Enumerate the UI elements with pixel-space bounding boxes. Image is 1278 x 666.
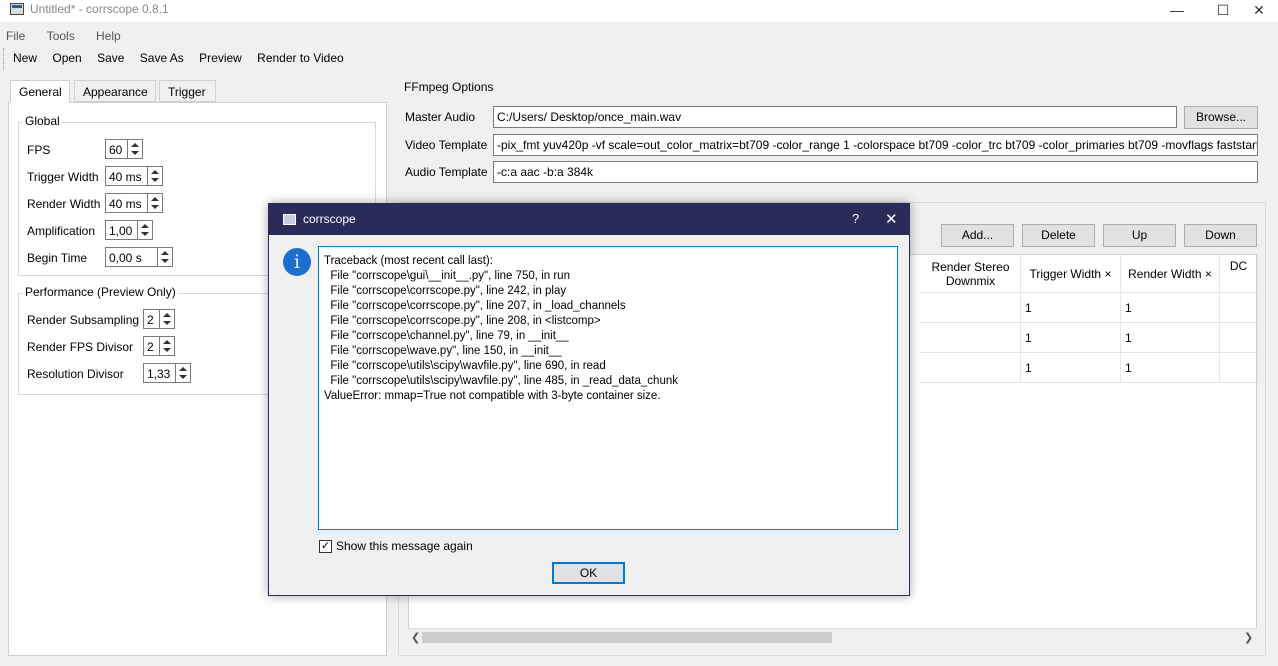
add-channel-button[interactable]: Add... bbox=[941, 224, 1014, 247]
trigger-width-label: Trigger Width bbox=[27, 170, 99, 184]
spin-arrows-icon[interactable] bbox=[147, 167, 162, 185]
move-up-button[interactable]: Up bbox=[1103, 224, 1176, 247]
table-cell[interactable]: 1 bbox=[1121, 353, 1220, 383]
menu-bar: File Tools Help bbox=[0, 26, 127, 46]
table-cell[interactable] bbox=[921, 293, 1021, 323]
column-header-dc[interactable]: DC bbox=[1220, 255, 1258, 293]
audio-template-input[interactable]: -c:a aac -b:a 384k bbox=[493, 161, 1258, 183]
toolbar: New Open Save Save As Preview Render to … bbox=[3, 48, 350, 70]
scrollbar-thumb[interactable] bbox=[422, 632, 832, 643]
spin-arrows-icon[interactable] bbox=[175, 364, 190, 382]
traceback-text[interactable]: Traceback (most recent call last): File … bbox=[318, 246, 898, 530]
resolution-divisor-label: Resolution Divisor bbox=[27, 367, 124, 381]
master-audio-input[interactable]: C:/Users/ Desktop/once_main.wav bbox=[493, 106, 1177, 128]
browse-button[interactable]: Browse... bbox=[1184, 106, 1258, 129]
preview-button[interactable]: Preview bbox=[193, 48, 248, 68]
render-to-video-button[interactable]: Render to Video bbox=[251, 48, 350, 68]
render-width-spinbox[interactable]: 40 ms bbox=[105, 193, 163, 213]
table-cell[interactable] bbox=[1220, 353, 1258, 383]
spin-arrows-icon[interactable] bbox=[157, 248, 172, 266]
save-button[interactable]: Save bbox=[91, 48, 130, 68]
close-window-button[interactable]: ✕ bbox=[1236, 0, 1278, 22]
ffmpeg-group-title: FFmpeg Options bbox=[404, 80, 494, 94]
scroll-right-icon[interactable]: ❯ bbox=[1244, 631, 1253, 644]
error-dialog: corrscope ? ✕ i Traceback (most recent c… bbox=[268, 203, 910, 596]
trigger-width-spinbox[interactable]: 40 ms bbox=[105, 166, 163, 186]
amplification-spinbox[interactable]: 1,00 bbox=[105, 220, 153, 240]
scroll-left-icon[interactable]: ❮ bbox=[411, 631, 420, 644]
table-cell[interactable]: 1 bbox=[1121, 293, 1220, 323]
show-again-label[interactable]: Show this message again bbox=[336, 539, 473, 553]
move-down-button[interactable]: Down bbox=[1184, 224, 1257, 247]
table-cell[interactable] bbox=[1220, 323, 1258, 353]
tab-general[interactable]: General bbox=[10, 80, 70, 103]
minimize-button[interactable]: — bbox=[1154, 0, 1200, 22]
table-cell[interactable] bbox=[921, 353, 1021, 383]
column-header-render-width[interactable]: Render Width × bbox=[1121, 255, 1220, 293]
amplification-label: Amplification bbox=[27, 224, 96, 238]
window-titlebar: Untitled* - corrscope 0.8.1 — ☐ ✕ bbox=[0, 0, 1278, 22]
dialog-title: corrscope bbox=[303, 212, 356, 226]
resolution-divisor-spinbox[interactable]: 1,33 bbox=[143, 363, 191, 383]
fps-spinbox[interactable]: 60 bbox=[105, 139, 143, 159]
render-subsampling-label: Render Subsampling bbox=[27, 313, 140, 327]
show-again-checkbox[interactable]: ✓ bbox=[319, 540, 332, 553]
save-as-button[interactable]: Save As bbox=[134, 48, 190, 68]
app-icon bbox=[10, 3, 24, 15]
global-group-title: Global bbox=[23, 114, 62, 128]
menu-tools[interactable]: Tools bbox=[41, 26, 81, 46]
table-cell[interactable]: 1 bbox=[1021, 353, 1121, 383]
performance-group-title: Performance (Preview Only) bbox=[23, 285, 178, 299]
render-width-label: Render Width bbox=[27, 197, 101, 211]
render-fps-divisor-spinbox[interactable]: 2 bbox=[143, 336, 175, 356]
help-button[interactable]: ? bbox=[852, 211, 859, 226]
menu-help[interactable]: Help bbox=[90, 26, 127, 46]
spin-arrows-icon[interactable] bbox=[159, 337, 174, 355]
window-title: Untitled* - corrscope 0.8.1 bbox=[30, 2, 169, 16]
ok-button[interactable]: OK bbox=[552, 562, 625, 584]
new-button[interactable]: New bbox=[7, 48, 43, 68]
render-fps-divisor-label: Render FPS Divisor bbox=[27, 340, 134, 354]
menu-file[interactable]: File bbox=[0, 26, 31, 46]
begin-time-spinbox[interactable]: 0,00 s bbox=[105, 247, 173, 267]
table-cell[interactable]: 1 bbox=[1021, 323, 1121, 353]
dialog-app-icon bbox=[283, 214, 296, 225]
open-button[interactable]: Open bbox=[46, 48, 87, 68]
video-template-input[interactable]: -pix_fmt yuv420p -vf scale=out_color_mat… bbox=[493, 134, 1258, 156]
table-cell[interactable]: 1 bbox=[1021, 293, 1121, 323]
tab-trigger[interactable]: Trigger bbox=[159, 80, 216, 102]
column-header-render-stereo-downmix[interactable]: Render Stereo Downmix bbox=[921, 255, 1021, 293]
column-header-trigger-width[interactable]: Trigger Width × bbox=[1021, 255, 1121, 293]
dialog-titlebar: corrscope ? ✕ bbox=[269, 204, 909, 235]
spin-arrows-icon[interactable] bbox=[137, 221, 152, 239]
fps-label: FPS bbox=[27, 143, 51, 157]
render-subsampling-spinbox[interactable]: 2 bbox=[143, 309, 175, 329]
table-cell[interactable] bbox=[921, 323, 1021, 353]
spin-arrows-icon[interactable] bbox=[147, 194, 162, 212]
master-audio-label: Master Audio bbox=[405, 110, 476, 124]
tab-appearance[interactable]: Appearance bbox=[74, 80, 156, 102]
dialog-close-button[interactable]: ✕ bbox=[885, 210, 898, 228]
audio-template-label: Audio Template bbox=[405, 165, 488, 179]
delete-channel-button[interactable]: Delete bbox=[1022, 224, 1095, 247]
table-cell[interactable]: 1 bbox=[1121, 323, 1220, 353]
begin-time-label: Begin Time bbox=[27, 251, 88, 265]
video-template-label: Video Template bbox=[405, 138, 488, 152]
spin-arrows-icon[interactable] bbox=[127, 140, 142, 158]
table-cell[interactable] bbox=[1220, 293, 1258, 323]
spin-arrows-icon[interactable] bbox=[159, 310, 174, 328]
info-icon: i bbox=[283, 248, 311, 276]
horizontal-scrollbar[interactable]: ❮ ❯ bbox=[408, 628, 1257, 645]
